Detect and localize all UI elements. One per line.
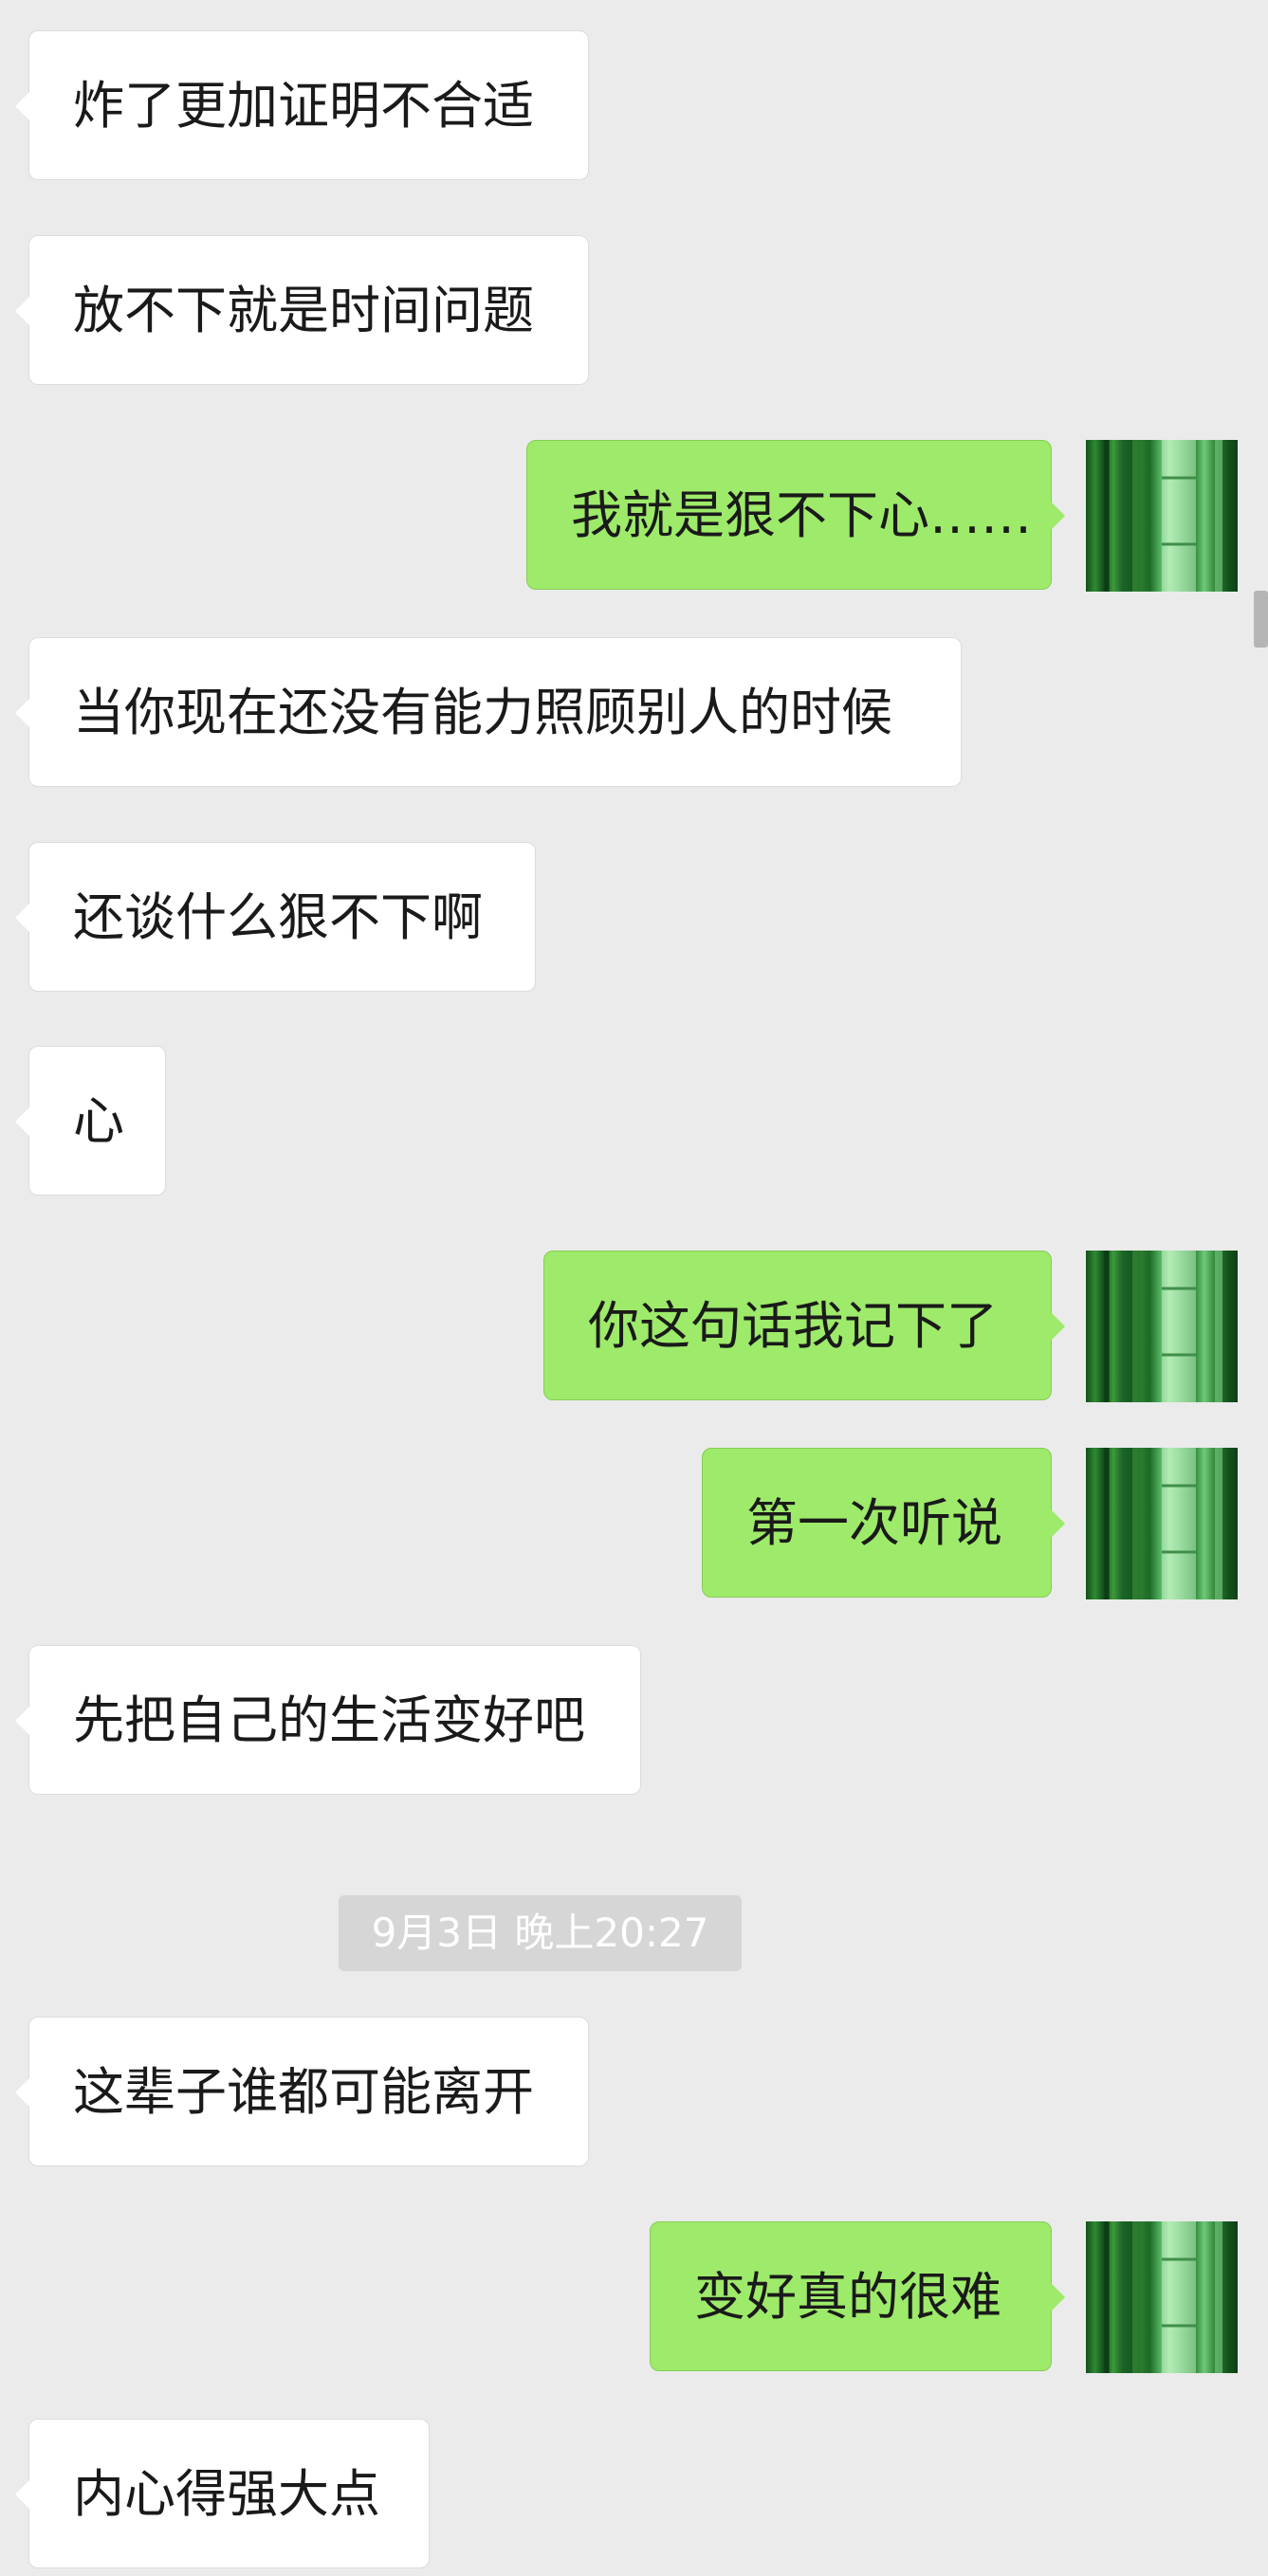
- user-avatar[interactable]: [1086, 2221, 1238, 2373]
- message-text: 内心得强大点: [73, 2464, 380, 2524]
- message-bubble-incoming[interactable]: 心: [15, 1046, 166, 1196]
- bamboo-avatar-icon: [1104, 440, 1222, 592]
- message-text: 还谈什么狠不下啊: [73, 887, 483, 947]
- message-bubble-outgoing[interactable]: 变好真的很难: [650, 2221, 1065, 2371]
- message-bubble-outgoing[interactable]: 我就是狠不下心……: [526, 440, 1065, 590]
- bubble-tail: [15, 2078, 29, 2107]
- user-avatar[interactable]: [1086, 1251, 1238, 1402]
- bamboo-avatar-icon: [1104, 1448, 1222, 1599]
- bubble-tail: [15, 2480, 29, 2509]
- message-bubble-outgoing[interactable]: 你这句话我记下了: [543, 1251, 1065, 1400]
- bubble-tail: [1051, 1312, 1065, 1341]
- bubble-tail: [1051, 502, 1065, 530]
- bubble-tail: [1051, 2283, 1065, 2311]
- scrollbar-thumb[interactable]: [1254, 591, 1268, 648]
- message-text: 变好真的很难: [694, 2267, 1002, 2327]
- message-bubble-incoming[interactable]: 先把自己的生活变好吧: [15, 1645, 641, 1795]
- bamboo-avatar-icon: [1104, 2221, 1222, 2373]
- bamboo-avatar-icon: [1104, 1251, 1222, 1402]
- message-text: 你这句话我记下了: [588, 1296, 998, 1356]
- bubble-tail: [15, 1107, 29, 1136]
- message-text: 先把自己的生活变好吧: [73, 1690, 585, 1750]
- message-text: 这辈子谁都可能离开: [73, 2062, 534, 2122]
- message-bubble-incoming[interactable]: 内心得强大点: [15, 2419, 430, 2568]
- message-bubble-incoming[interactable]: 还谈什么狠不下啊: [15, 842, 536, 992]
- message-bubble-incoming[interactable]: 这辈子谁都可能离开: [15, 2017, 589, 2166]
- bubble-tail: [15, 904, 29, 932]
- bubble-tail: [15, 699, 29, 727]
- message-text: 当你现在还没有能力照顾别人的时候: [73, 683, 892, 742]
- message-bubble-outgoing[interactable]: 第一次听说: [702, 1448, 1065, 1598]
- message-bubble-incoming[interactable]: 当你现在还没有能力照顾别人的时候: [15, 637, 962, 787]
- message-text: 放不下就是时间问题: [73, 281, 534, 340]
- timestamp-divider: 9月3日 晚上20:27: [339, 1895, 742, 1971]
- message-text: 炸了更加证明不合适: [73, 76, 534, 136]
- bubble-tail: [15, 297, 29, 325]
- user-avatar[interactable]: [1086, 1448, 1238, 1599]
- user-avatar[interactable]: [1086, 440, 1238, 592]
- message-bubble-incoming[interactable]: 放不下就是时间问题: [15, 235, 589, 385]
- message-text: 心: [73, 1091, 124, 1151]
- message-bubble-incoming[interactable]: 炸了更加证明不合适: [15, 30, 589, 180]
- bubble-tail: [15, 92, 29, 120]
- bubble-tail: [15, 1707, 29, 1735]
- bubble-tail: [1051, 1509, 1065, 1538]
- message-text: 第一次听说: [746, 1493, 1002, 1553]
- message-text: 我就是狠不下心……: [571, 485, 1032, 545]
